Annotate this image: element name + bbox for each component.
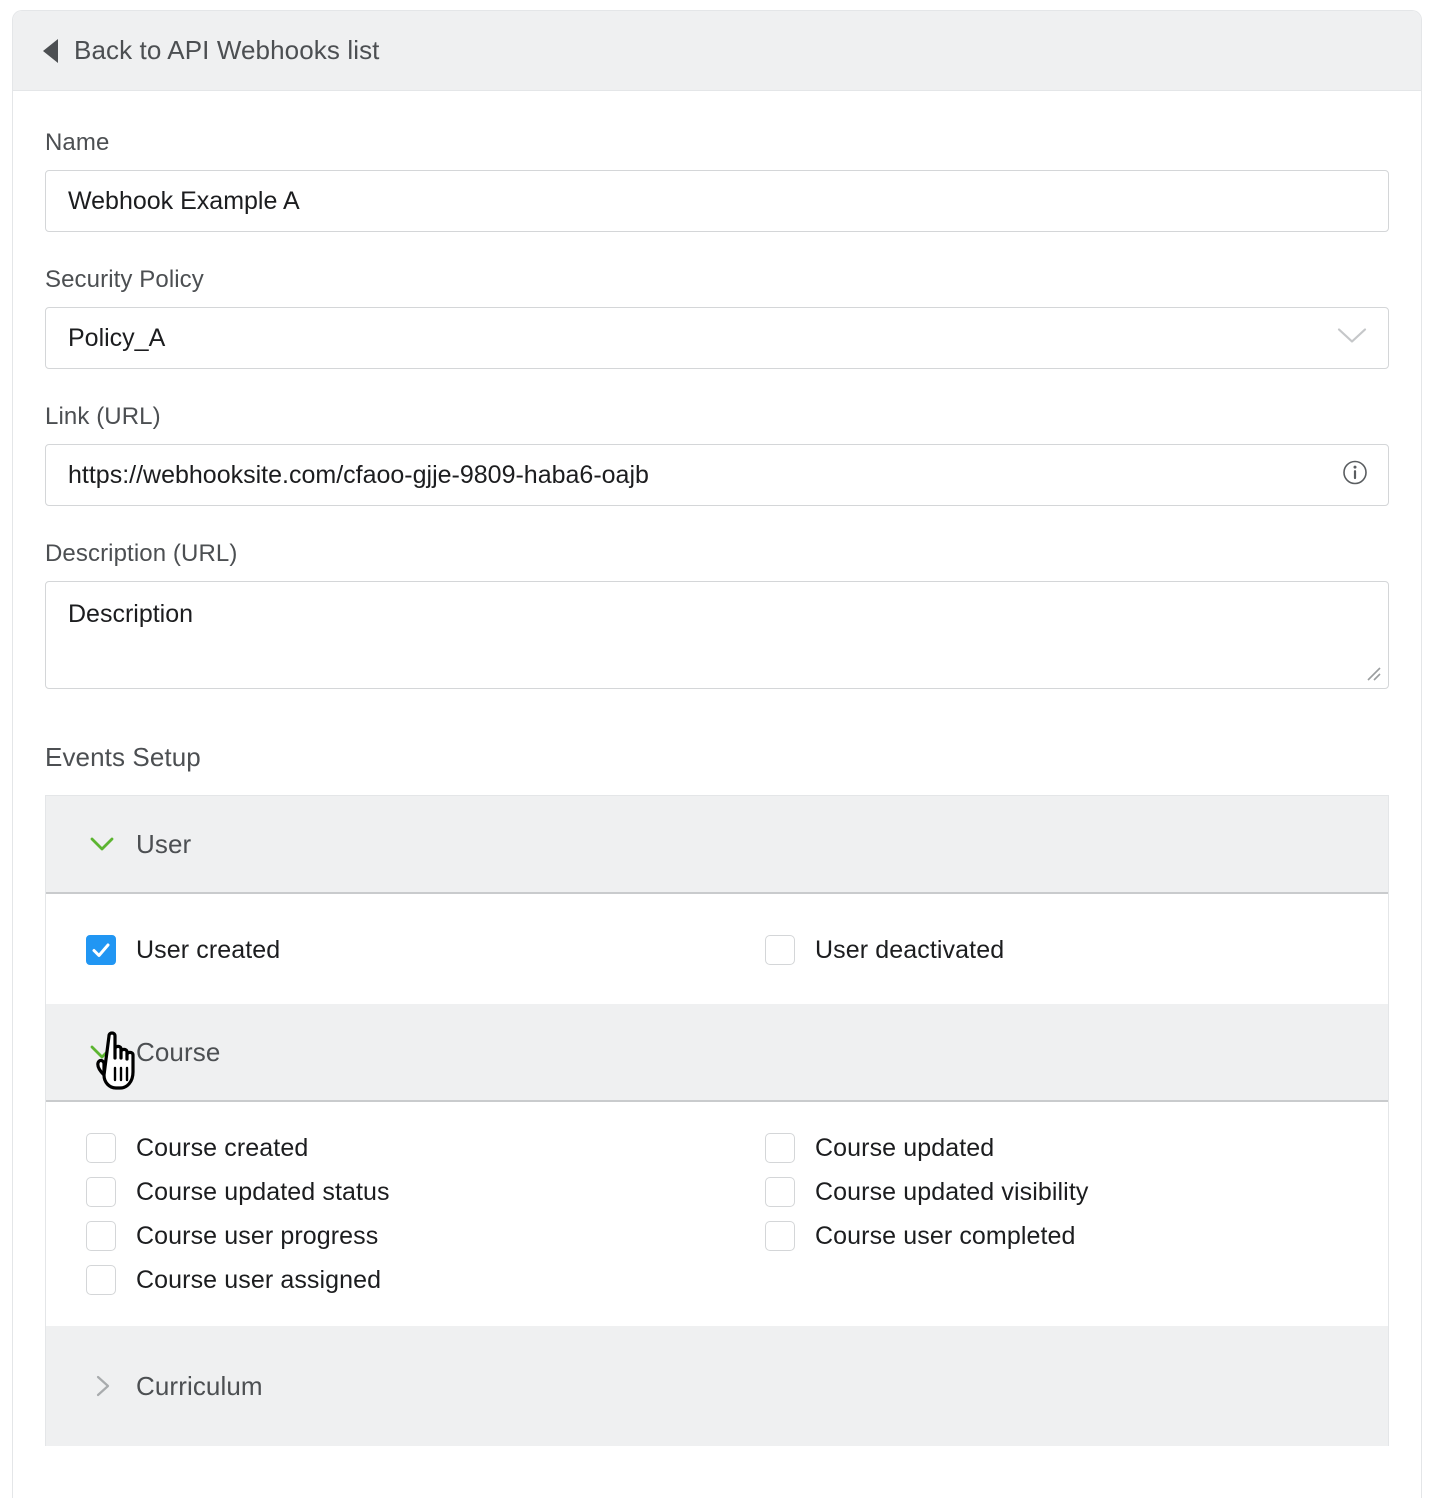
checkbox-user-deactivated[interactable] (765, 935, 795, 965)
webhook-edit-card: Back to API Webhooks list Name Security … (12, 10, 1422, 1498)
checkbox-label-course-user-completed: Course user completed (815, 1221, 1076, 1250)
name-input[interactable] (45, 170, 1389, 232)
description-field-group: Description (URL) (45, 540, 1389, 694)
events-setup-panel: User User created User deactivated Cours… (45, 795, 1389, 1446)
security-policy-select[interactable]: Policy_A (45, 307, 1389, 369)
triangle-left-icon (43, 38, 58, 63)
checkbox-label-course-updated-status: Course updated status (136, 1177, 390, 1206)
section-header-course[interactable]: Course (46, 1004, 1388, 1102)
checkbox-row-course-user-completed[interactable]: Course user completed (725, 1214, 1388, 1258)
page-root: Back to API Webhooks list Name Security … (0, 0, 1436, 1498)
back-to-list-label: Back to API Webhooks list (74, 35, 380, 65)
checkbox-row-course-user-assigned[interactable]: Course user assigned (46, 1258, 725, 1302)
chevron-down-icon (90, 836, 114, 852)
checkbox-row-course-updated[interactable]: Course updated (725, 1126, 1388, 1170)
checkbox-course-user-progress[interactable] (86, 1221, 116, 1251)
link-url-input[interactable] (45, 444, 1389, 506)
security-policy-value: Policy_A (68, 323, 166, 352)
description-textarea-wrap (45, 581, 1389, 694)
card-body: Name Security Policy Policy_A (13, 91, 1421, 1446)
section-title-curriculum: Curriculum (136, 1370, 263, 1401)
events-setup-title: Events Setup (45, 742, 201, 772)
name-label: Name (45, 129, 110, 156)
checkbox-label-course-updated: Course updated (815, 1133, 995, 1162)
chevron-down-icon (90, 1044, 114, 1060)
chevron-right-icon (90, 1374, 114, 1398)
checkbox-row-course-created[interactable]: Course created (46, 1126, 725, 1170)
checkbox-label-course-created: Course created (136, 1133, 309, 1162)
checkbox-row-course-updated-status[interactable]: Course updated status (46, 1170, 725, 1214)
checkbox-row-course-updated-visibility[interactable]: Course updated visibility (725, 1170, 1388, 1214)
checkbox-row-user-deactivated[interactable]: User deactivated (725, 928, 1388, 972)
back-to-list-link[interactable]: Back to API Webhooks list (43, 35, 380, 66)
link-url-field-group: Link (URL) (45, 403, 1389, 506)
section-header-user[interactable]: User (46, 796, 1388, 894)
section-title-course: Course (136, 1036, 221, 1067)
section-body-user: User created User deactivated (46, 894, 1388, 1004)
section-title-user: User (136, 828, 192, 859)
name-field-group: Name (45, 129, 1389, 232)
checkbox-user-created[interactable] (86, 935, 116, 965)
section-header-curriculum[interactable]: Curriculum (46, 1326, 1388, 1446)
checkbox-label-course-user-assigned: Course user assigned (136, 1265, 382, 1294)
checkbox-label-user-deactivated: User deactivated (815, 935, 1005, 964)
security-policy-label: Security Policy (45, 266, 204, 293)
checkbox-course-created[interactable] (86, 1133, 116, 1163)
checkbox-row-user-created[interactable]: User created (46, 928, 725, 972)
checkbox-label-user-created: User created (136, 935, 281, 964)
link-url-input-wrap (45, 444, 1389, 506)
checkbox-row-course-user-progress[interactable]: Course user progress (46, 1214, 725, 1258)
user-events-grid: User created User deactivated (46, 928, 1388, 972)
card-header: Back to API Webhooks list (13, 11, 1421, 91)
checkbox-course-user-completed[interactable] (765, 1221, 795, 1251)
checkbox-course-user-assigned[interactable] (86, 1265, 116, 1295)
checkbox-label-course-updated-visibility: Course updated visibility (815, 1177, 1089, 1206)
security-policy-select-wrap: Policy_A (45, 307, 1389, 369)
description-label: Description (URL) (45, 540, 238, 567)
course-events-grid: Course created Course updated Course upd… (46, 1126, 1388, 1302)
info-circle-icon[interactable] (1342, 460, 1368, 491)
checkbox-course-updated-visibility[interactable] (765, 1177, 795, 1207)
description-textarea[interactable] (45, 581, 1389, 689)
checkbox-label-course-user-progress: Course user progress (136, 1221, 379, 1250)
checkbox-course-updated[interactable] (765, 1133, 795, 1163)
section-body-course: Course created Course updated Course upd… (46, 1102, 1388, 1326)
security-policy-field-group: Security Policy Policy_A (45, 266, 1389, 369)
checkbox-course-updated-status[interactable] (86, 1177, 116, 1207)
link-url-label: Link (URL) (45, 403, 161, 430)
